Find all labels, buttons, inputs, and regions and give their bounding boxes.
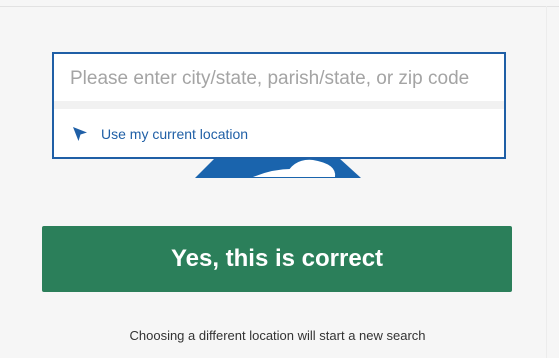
right-divider <box>546 6 547 358</box>
input-divider <box>54 101 504 109</box>
use-current-location-option[interactable]: Use my current location <box>54 111 504 157</box>
location-search-input[interactable] <box>54 54 504 104</box>
confirm-location-button[interactable]: Yes, this is correct <box>42 226 512 292</box>
top-divider <box>0 6 559 7</box>
location-arrow-icon <box>72 126 88 142</box>
use-current-location-label: Use my current location <box>101 126 249 142</box>
new-search-note: Choosing a different location will start… <box>129 328 426 343</box>
location-search-box: Use my current location <box>52 52 506 159</box>
